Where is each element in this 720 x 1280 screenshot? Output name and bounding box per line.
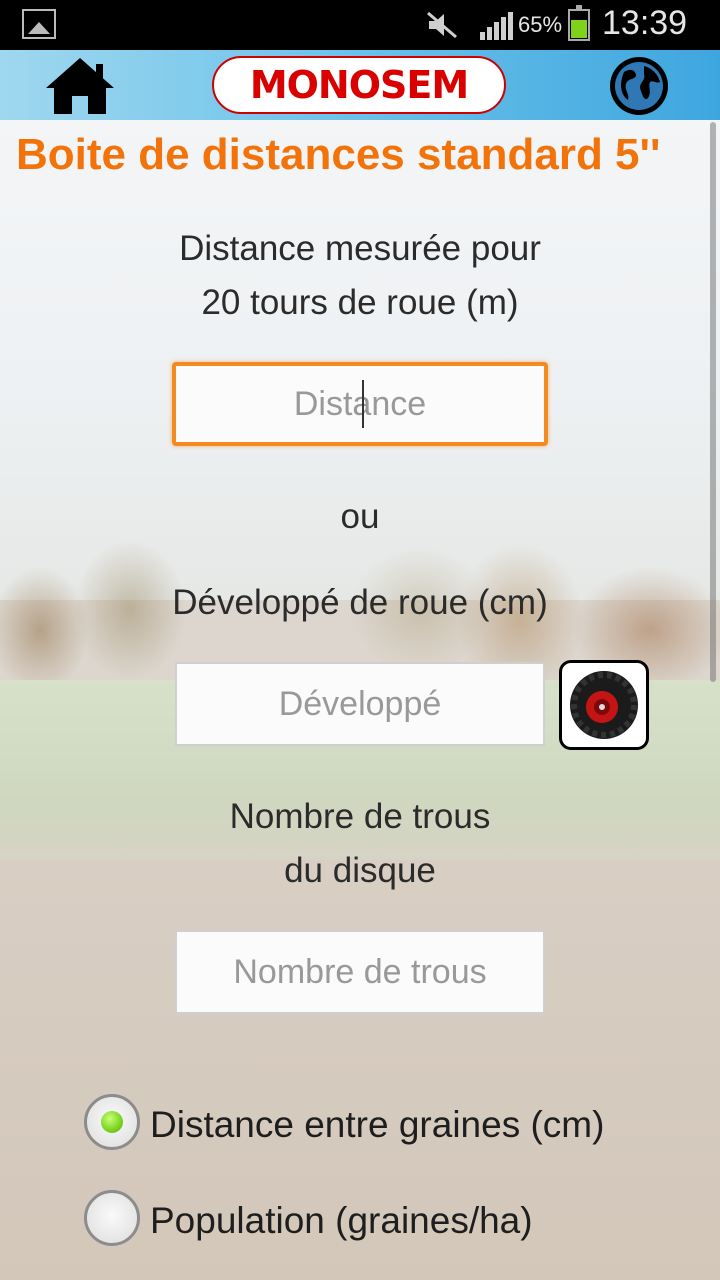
- tire-icon: [570, 671, 638, 739]
- holes-placeholder: Nombre de trous: [233, 952, 487, 991]
- holes-label-line1: Nombre de trous: [229, 797, 491, 836]
- distance-label-line2: 20 tours de roue (m): [201, 283, 519, 322]
- battery-percent: 65%: [518, 12, 563, 37]
- radio-distance[interactable]: [84, 1094, 140, 1150]
- wheel-input[interactable]: Développé: [175, 662, 545, 746]
- signal-icon: [480, 12, 514, 40]
- radio-selected-dot: [101, 1111, 123, 1133]
- brand-logo: MONOSEM: [212, 56, 506, 114]
- distance-label-line1: Distance mesurée pour: [179, 229, 541, 268]
- scrollbar[interactable]: [710, 122, 716, 682]
- status-bar: 65% 13:39: [0, 0, 720, 50]
- radio-population-label[interactable]: Population (graines/ha): [150, 1200, 533, 1242]
- wheel-label: Développé de roue (cm): [172, 583, 548, 622]
- holes-label-line2: du disque: [284, 851, 436, 890]
- radio-population[interactable]: [84, 1190, 140, 1246]
- text-cursor: [362, 380, 364, 428]
- or-label: ou: [340, 497, 380, 536]
- clock: 13:39: [602, 4, 688, 42]
- home-icon[interactable]: [44, 56, 116, 116]
- wheel-placeholder: Développé: [278, 684, 442, 723]
- battery-icon: [568, 5, 590, 41]
- holes-input[interactable]: Nombre de trous: [175, 930, 545, 1014]
- wheel-button[interactable]: [559, 660, 649, 750]
- distance-input[interactable]: Distance: [172, 362, 548, 446]
- radio-distance-label[interactable]: Distance entre graines (cm): [150, 1104, 604, 1146]
- distance-placeholder: Distance: [293, 384, 427, 423]
- logo-text: MONOSEM: [249, 63, 469, 107]
- mute-icon: [425, 10, 459, 40]
- page-title: Boite de distances standard 5'': [16, 130, 661, 179]
- globe-icon[interactable]: [606, 54, 672, 118]
- gallery-icon: [22, 9, 56, 39]
- app-header: MONOSEM: [0, 50, 720, 120]
